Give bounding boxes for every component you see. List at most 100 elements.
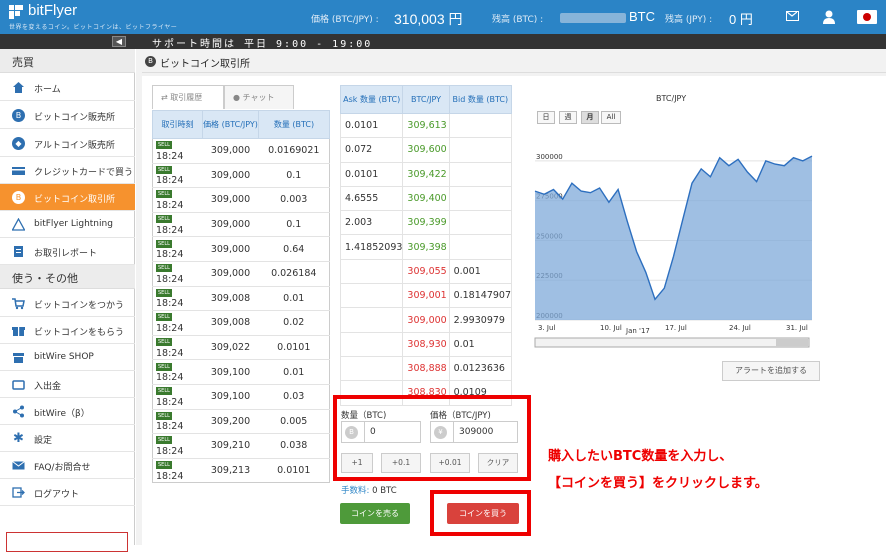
ask-row[interactable]: 2.003 309,399 [339, 210, 513, 236]
trade-price: 309,000 [202, 211, 259, 237]
trade-price: 309,000 [202, 260, 259, 287]
page-title: ビットコイン取引所 [160, 59, 250, 70]
range-button-week[interactable]: 週 [559, 111, 577, 124]
sidebar-item-label: ビットコインをもらう [34, 328, 125, 338]
logout-icon [12, 486, 25, 499]
chat-icon: ● [233, 93, 243, 102]
ask-qty-empty [339, 283, 404, 309]
sidebar-collapse-button[interactable]: ◀ [112, 36, 126, 47]
sidebar-item-label: クレジットカードで買う [34, 168, 134, 178]
buy-coin-button[interactable]: コインを買う [447, 503, 519, 524]
sidebar-item-altcoin-shop[interactable]: ◆ アルトコイン販売所 [0, 130, 135, 157]
tab-trade-history[interactable]: ⇄ 取引履歴 [152, 85, 224, 109]
sidebar-item-logout[interactable]: ログアウト [0, 479, 135, 506]
add-alert-button[interactable]: アラートを追加する [722, 361, 820, 381]
sidebar-item-bitwire-shop[interactable]: bitWire SHOP [0, 344, 135, 371]
share-icon [12, 405, 25, 418]
sidebar-section-trade: 売買 [0, 49, 135, 73]
trade-price: 309,000 [202, 236, 259, 262]
chart-scroll-handle[interactable] [776, 339, 808, 346]
sidebar-item-bitwire[interactable]: bitWire（β） [0, 398, 135, 425]
tab-chat[interactable]: ● チャット [224, 85, 294, 109]
ask-qty: 4.6555 [339, 185, 404, 212]
add-0-1-button[interactable]: +0.1 [381, 453, 421, 473]
top-header: bitFlyer 世界を変えるコイン。ビットコインは、ビットフライヤー 価格 (… [0, 0, 886, 34]
price-label: 価格 (BTC/JPY) : [311, 15, 379, 25]
sell-badge: SELL [156, 436, 172, 445]
bid-qty: 0.18147907 [448, 283, 513, 309]
x-tick-label: 17. Jul [665, 324, 687, 332]
bid-row[interactable]: 308,930 0.01 [339, 331, 513, 357]
sell-coin-button[interactable]: コインを売る [340, 503, 410, 524]
quantity-input[interactable]: B 0 [341, 421, 421, 443]
trade-qty: 0.0101 [258, 457, 330, 483]
add-1-button[interactable]: +1 [341, 453, 373, 473]
ask-price: 309,398 [402, 234, 450, 260]
clear-button[interactable]: クリア [478, 453, 518, 473]
column-header: BTC/JPY [402, 85, 450, 114]
ask-row[interactable]: 0.0101 309,613 [339, 112, 513, 139]
deposit-icon [12, 378, 25, 391]
column-header: 数量 (BTC) [258, 110, 330, 139]
range-button-day[interactable]: 日 [537, 111, 555, 124]
bid-row[interactable]: 308,888 0.0123636 [339, 355, 513, 382]
ask-price: 309,613 [402, 112, 450, 139]
sidebar-item-bitcoin-exchange[interactable]: B ビットコイン取引所 [0, 184, 135, 211]
bid-row[interactable]: 309,001 0.18147907 [339, 283, 513, 309]
add-0-01-button[interactable]: +0.01 [430, 453, 470, 473]
price-label: 価格（BTC/JPY) [430, 411, 491, 421]
bid-row[interactable]: 309,000 2.9930979 [339, 307, 513, 333]
btc-balance-unit: BTC [629, 9, 655, 24]
sidebar-item-get-bitcoin[interactable]: ビットコインをもらう [0, 317, 135, 344]
mail-icon[interactable] [786, 11, 799, 21]
trade-qty: 0.005 [258, 408, 330, 434]
bitflyer-logo-icon[interactable] [9, 5, 23, 19]
sidebar-item-bitcoin-shop[interactable]: B ビットコイン販売所 [0, 102, 135, 129]
ask-price: 309,600 [402, 137, 450, 163]
range-button-month[interactable]: 月 [581, 111, 599, 124]
title-divider [142, 72, 886, 73]
trade-qty: 0.64 [258, 236, 330, 262]
sidebar-item-faq[interactable]: FAQ/お問合せ [0, 452, 135, 479]
x-tick-label: 3. Jul [538, 324, 555, 332]
table-row: SELL18:24 309,000 0.1 [152, 162, 330, 188]
table-row: SELL18:24 309,000 0.0169021 [152, 138, 330, 164]
table-row: SELL18:24 309,210 0.038 [152, 433, 330, 459]
sidebar-item-lightning[interactable]: bitFlyer Lightning [0, 211, 135, 238]
sell-badge: SELL [156, 141, 172, 150]
sidebar-item-home[interactable]: ホーム [0, 74, 135, 101]
bid-price: 309,000 [402, 307, 450, 333]
sidebar-item-use-bitcoin[interactable]: ビットコインをつかう [0, 290, 135, 317]
trade-time: SELL18:24 [152, 236, 203, 262]
sidebar-item-report[interactable]: お取引レポート [0, 238, 135, 265]
table-row: SELL18:24 309,000 0.1 [152, 211, 330, 237]
user-icon[interactable] [822, 9, 836, 24]
ask-qty-empty [339, 307, 404, 333]
shuffle-icon: ⇄ [161, 93, 171, 102]
sidebar-item-settings[interactable]: ✱ 設定 [0, 425, 135, 452]
trade-time: SELL18:24 [152, 260, 203, 287]
price-input[interactable]: ¥ 309000 [430, 421, 518, 443]
sidebar-item-deposit[interactable]: 入出金 [0, 371, 135, 398]
sidebar-item-label: ログアウト [34, 490, 80, 500]
bid-qty-empty [448, 112, 513, 139]
sidebar-item-credit-card[interactable]: クレジットカードで買う [0, 157, 135, 184]
sidebar-banner[interactable] [6, 532, 128, 552]
trade-price: 309,000 [202, 138, 259, 164]
logo-text[interactable]: bitFlyer [28, 2, 77, 19]
sell-badge: SELL [156, 461, 172, 470]
range-button-all[interactable]: All [601, 111, 621, 124]
ask-row[interactable]: 0.072 309,600 [339, 137, 513, 163]
ask-row[interactable]: 1.41852093 309,398 [339, 234, 513, 260]
ask-row[interactable]: 4.6555 309,400 [339, 185, 513, 212]
ask-row[interactable]: 0.0101 309,422 [339, 161, 513, 187]
fee-row: 手数料: 0 BTC [341, 484, 397, 496]
ask-price: 309,399 [402, 210, 450, 236]
japan-flag-icon[interactable] [857, 10, 877, 24]
sidebar-item-label: 設定 [34, 436, 53, 446]
chart-plot: 3000002750002500002250002000003. Jul10. … [534, 153, 813, 348]
trade-price: 309,008 [202, 285, 259, 311]
bid-row[interactable]: 309,055 0.001 [339, 258, 513, 285]
sidebar-item-label: アルトコイン販売所 [34, 141, 115, 151]
chart-scrollbar[interactable] [534, 337, 810, 348]
